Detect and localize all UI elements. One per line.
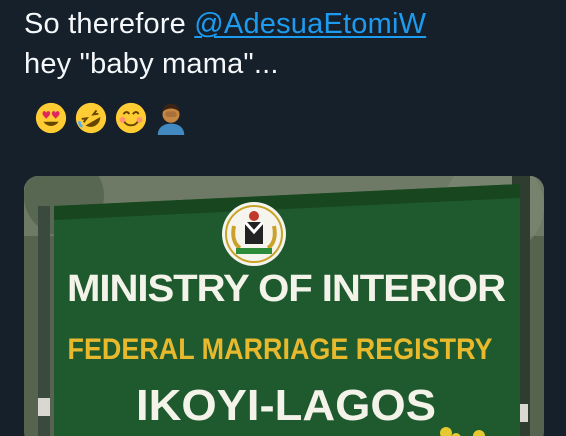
sign-line-2: FEDERAL MARRIAGE REGISTRY (68, 333, 493, 366)
rolling-laughing-emoji-icon (75, 102, 107, 134)
sign-photo: MINISTRY OF INTERIOR FEDERAL MARRIAGE RE… (24, 176, 544, 436)
tweet-line-1: So therefore @AdesuaEtomiW (24, 4, 554, 44)
smiling-emoji-icon (115, 102, 147, 134)
tweet-text-prefix: So therefore (24, 8, 195, 40)
sign-line-1: MINISTRY OF INTERIOR (67, 268, 506, 310)
heart-eyes-emoji-icon (35, 102, 67, 134)
tweet-media-image[interactable]: MINISTRY OF INTERIOR FEDERAL MARRIAGE RE… (24, 176, 544, 436)
sign-line-3: IKOYI-LAGOS (136, 381, 436, 430)
mention-link[interactable]: @AdesuaEtomiW (194, 8, 426, 40)
emoji-row (34, 100, 188, 136)
tweet-line-2: hey "baby mama"... (24, 48, 279, 80)
facepalm-emoji-icon (157, 103, 185, 135)
tweet-text: So therefore @AdesuaEtomiW hey "baby mam… (24, 4, 554, 84)
coat-of-arms-emblem (222, 202, 286, 266)
